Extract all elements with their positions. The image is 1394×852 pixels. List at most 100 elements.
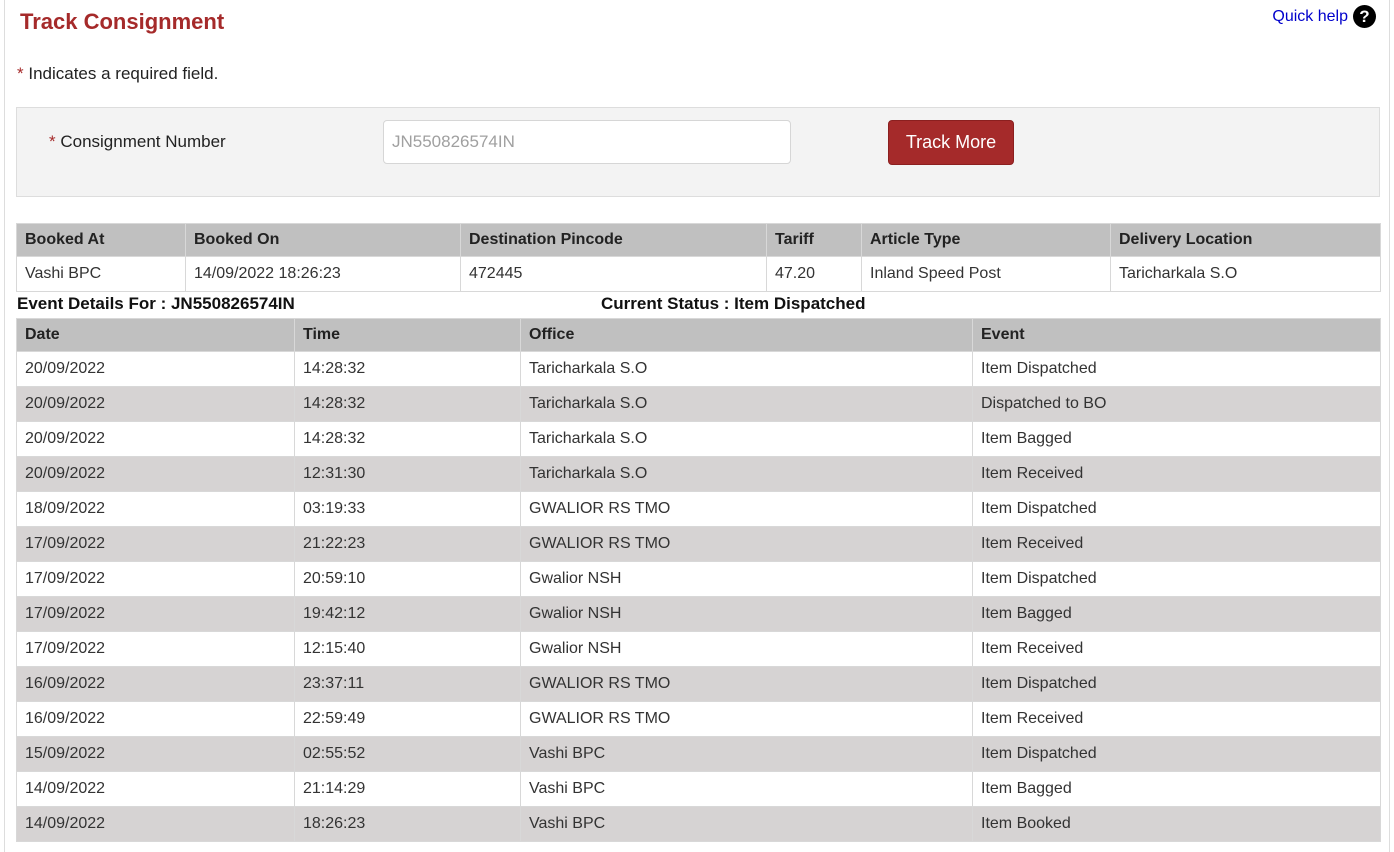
table-row: 14/09/2022 18:26:23 Vashi BPC Item Booked [16, 806, 1381, 842]
required-note-text: Indicates a required field. [23, 64, 219, 83]
consignment-number-label: * Consignment Number [49, 132, 226, 152]
time-cell: 12:31:30 [294, 456, 521, 492]
table-row: 17/09/2022 20:59:10 Gwalior NSH Item Dispat… [16, 561, 1381, 597]
office-cell: Vashi BPC [520, 736, 973, 772]
article-type-cell: Inland Speed Post [861, 256, 1111, 292]
office-cell: GWALIOR RS TMO [520, 491, 973, 527]
col-event: Event [972, 318, 1381, 352]
table-row: 14/09/2022 21:14:29 Vashi BPC Item Bagged [16, 771, 1381, 807]
required-asterisk: * [17, 64, 24, 83]
events-header-row: Date Time Office Event [16, 318, 1381, 352]
table-row: 17/09/2022 12:15:40 Gwalior NSH Item Receiv… [16, 631, 1381, 667]
booked-at-cell: Vashi BPC [16, 256, 186, 292]
event-cell: Item Dispatched [972, 351, 1381, 387]
time-cell: 19:42:12 [294, 596, 521, 632]
event-cell: Item Received [972, 701, 1381, 737]
event-cell: Item Received [972, 526, 1381, 562]
time-cell: 21:22:23 [294, 526, 521, 562]
time-cell: 20:59:10 [294, 561, 521, 597]
event-cell: Item Received [972, 456, 1381, 492]
event-cell: Dispatched to BO [972, 386, 1381, 422]
booking-row: Vashi BPC 14/09/2022 18:26:23 472445 47.… [16, 256, 1381, 292]
delivery-location-cell: Taricharkala S.O [1110, 256, 1381, 292]
time-cell: 23:37:11 [294, 666, 521, 702]
date-cell: 17/09/2022 [16, 526, 295, 562]
office-cell: Taricharkala S.O [520, 351, 973, 387]
col-tariff: Tariff [766, 223, 862, 257]
table-row: 20/09/2022 14:28:32 Taricharkala S.O Item B… [16, 421, 1381, 457]
event-cell: Item Bagged [972, 421, 1381, 457]
col-delivery-location: Delivery Location [1110, 223, 1381, 257]
date-cell: 17/09/2022 [16, 561, 295, 597]
date-cell: 20/09/2022 [16, 456, 295, 492]
office-cell: Gwalior NSH [520, 631, 973, 667]
event-cell: Item Dispatched [972, 736, 1381, 772]
time-cell: 14:28:32 [294, 421, 521, 457]
col-article-type: Article Type [861, 223, 1111, 257]
date-cell: 18/09/2022 [16, 491, 295, 527]
table-row: 17/09/2022 21:22:23 GWALIOR RS TMO Item Rec… [16, 526, 1381, 562]
table-row: 20/09/2022 12:31:30 Taricharkala S.O Item R… [16, 456, 1381, 492]
date-cell: 16/09/2022 [16, 701, 295, 737]
quick-help[interactable]: Quick help ? [1272, 5, 1376, 28]
col-time: Time [294, 318, 521, 352]
time-cell: 14:28:32 [294, 386, 521, 422]
col-booked-on: Booked On [185, 223, 461, 257]
question-icon[interactable]: ? [1353, 5, 1376, 28]
office-cell: Vashi BPC [520, 771, 973, 807]
table-row: 16/09/2022 22:59:49 GWALIOR RS TMO Item Rec… [16, 701, 1381, 737]
destination-pincode-cell: 472445 [460, 256, 767, 292]
quick-help-link[interactable]: Quick help [1272, 8, 1348, 26]
consignment-number-input[interactable] [383, 120, 791, 164]
tariff-cell: 47.20 [766, 256, 862, 292]
date-cell: 17/09/2022 [16, 596, 295, 632]
office-cell: GWALIOR RS TMO [520, 701, 973, 737]
event-cell: Item Bagged [972, 596, 1381, 632]
event-cell: Item Dispatched [972, 561, 1381, 597]
time-cell: 12:15:40 [294, 631, 521, 667]
date-cell: 14/09/2022 [16, 771, 295, 807]
current-status: Current Status : Item Dispatched [601, 294, 866, 313]
page-title: Track Consignment [20, 9, 225, 34]
col-destination-pincode: Destination Pincode [460, 223, 767, 257]
col-booked-at: Booked At [16, 223, 186, 257]
table-row: 16/09/2022 23:37:11 GWALIOR RS TMO Item Dis… [16, 666, 1381, 702]
table-row: 18/09/2022 03:19:33 GWALIOR RS TMO Item Dis… [16, 491, 1381, 527]
booking-header-row: Booked At Booked On Destination Pincode … [16, 223, 1381, 257]
date-cell: 20/09/2022 [16, 386, 295, 422]
date-cell: 16/09/2022 [16, 666, 295, 702]
required-field-note: * Indicates a required field. [17, 64, 218, 84]
office-cell: Gwalior NSH [520, 596, 973, 632]
time-cell: 22:59:49 [294, 701, 521, 737]
event-cell: Item Booked [972, 806, 1381, 842]
table-row: 20/09/2022 14:28:32 Taricharkala S.O Dispat… [16, 386, 1381, 422]
date-cell: 20/09/2022 [16, 351, 295, 387]
time-cell: 14:28:32 [294, 351, 521, 387]
office-cell: GWALIOR RS TMO [520, 526, 973, 562]
track-more-button[interactable]: Track More [888, 120, 1014, 165]
date-cell: 14/09/2022 [16, 806, 295, 842]
date-cell: 20/09/2022 [16, 421, 295, 457]
required-asterisk: * [49, 132, 56, 151]
table-row: 17/09/2022 19:42:12 Gwalior NSH Item Bagged [16, 596, 1381, 632]
col-office: Office [520, 318, 973, 352]
track-form-panel: * Consignment Number Track More [16, 107, 1380, 197]
time-cell: 03:19:33 [294, 491, 521, 527]
event-cell: Item Received [972, 631, 1381, 667]
table-row: 15/09/2022 02:55:52 Vashi BPC Item Dispatch… [16, 736, 1381, 772]
time-cell: 21:14:29 [294, 771, 521, 807]
event-details-table: Date Time Office Event 20/09/2022 14:28:3… [16, 318, 1381, 842]
time-cell: 18:26:23 [294, 806, 521, 842]
event-cell: Item Dispatched [972, 491, 1381, 527]
table-row: 20/09/2022 14:28:32 Taricharkala S.O Item D… [16, 351, 1381, 387]
col-date: Date [16, 318, 295, 352]
office-cell: Taricharkala S.O [520, 386, 973, 422]
event-cell: Item Bagged [972, 771, 1381, 807]
office-cell: Taricharkala S.O [520, 456, 973, 492]
event-cell: Item Dispatched [972, 666, 1381, 702]
date-cell: 17/09/2022 [16, 631, 295, 667]
office-cell: Taricharkala S.O [520, 421, 973, 457]
office-cell: GWALIOR RS TMO [520, 666, 973, 702]
consignment-label-text: Consignment Number [55, 132, 226, 151]
office-cell: Gwalior NSH [520, 561, 973, 597]
